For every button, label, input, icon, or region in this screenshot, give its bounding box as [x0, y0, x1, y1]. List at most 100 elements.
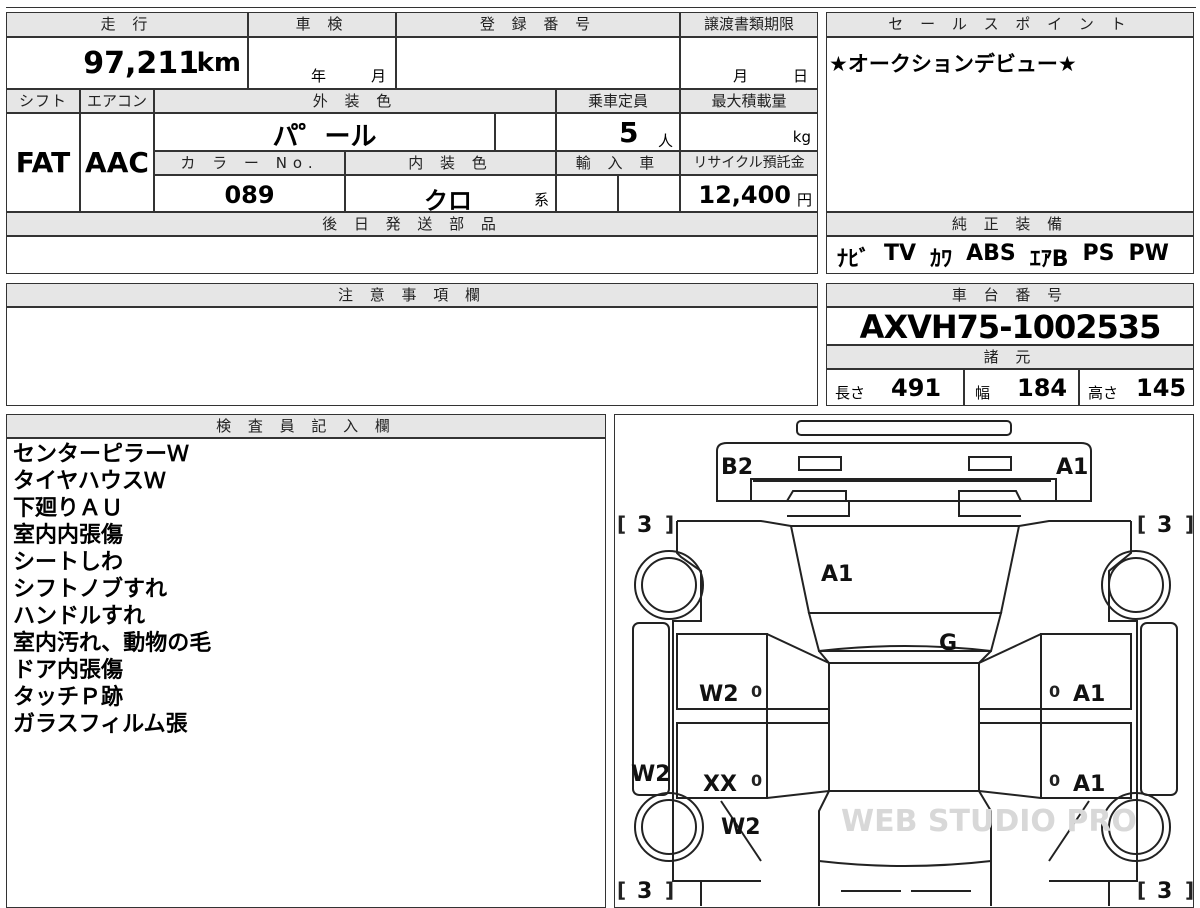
shift-value: FAT [15, 146, 71, 179]
interior-color-value: クロ [424, 187, 472, 215]
chassis-cell: AXVH75-1002535 [826, 307, 1194, 346]
mark-right-front-door: A1 [1073, 772, 1105, 797]
width-label: 幅 [975, 384, 991, 402]
equipment-list: ﾅﾋﾞ TV ｶﾜ ABS ｴｱB PS PW [837, 241, 1169, 273]
exterior-color-cell: パ゜ール [154, 113, 495, 152]
mileage-value: 97,211 [83, 46, 199, 81]
wheel-rear-left [634, 550, 704, 620]
import-cell-a [556, 175, 618, 212]
interior-color-unit: 系 [533, 191, 549, 209]
capacity-header: 乗車定員 [556, 89, 680, 113]
height-value: 145 [1136, 374, 1187, 402]
tread-bracket-open: [ [1137, 878, 1146, 902]
car-diagram: [ ] [ ] [ ] [ ] 3 3 3 3 B2 A1 A1 G W2 XX… [617, 420, 1194, 906]
tread-rear-right: 3 [1157, 513, 1172, 538]
length-cell: 長さ 491 [826, 369, 964, 406]
max-load-header: 最大積載量 [680, 89, 818, 113]
sales-point-text: ★オークションデビュー★ [829, 52, 1077, 76]
inspector-note: 下廻りＡＵ [13, 496, 124, 521]
mark-left-front-door: XX [703, 772, 737, 797]
mark-roof: G [939, 631, 957, 656]
max-load-unit: kg [792, 128, 811, 146]
interior-color-cell: クロ 系 [345, 175, 556, 215]
inspection-month-unit: 月 [371, 67, 387, 85]
chassis-header: 車 台 番 号 [826, 283, 1194, 307]
transfer-deadline-cell: 月 日 [680, 37, 818, 89]
tread-bracket-close: ] [665, 512, 674, 536]
cautions-cell [6, 307, 818, 406]
shift-cell: FAT [6, 113, 80, 212]
rear-bumper-bar [796, 420, 1012, 436]
transfer-deadline-header: 譲渡書類期限 [680, 12, 818, 37]
door-zero-mark: 0 [1049, 771, 1060, 790]
door-zero-mark: 0 [1049, 682, 1060, 701]
tread-bracket-close: ] [665, 878, 674, 902]
tread-bracket-open: [ [617, 878, 626, 902]
exterior-color-value: パ゜ール [272, 122, 377, 152]
equipment-item: PW [1128, 241, 1169, 266]
import-header: 輸 入 車 [556, 151, 680, 175]
equipment-cell: ﾅﾋﾞ TV ｶﾜ ABS ｴｱB PS PW [826, 236, 1194, 274]
inspector-note: ハンドルすれ [13, 604, 146, 629]
wheel-rear-right [1101, 550, 1171, 620]
mileage-unit: km [196, 48, 241, 78]
inspection-year-unit: 年 [311, 67, 327, 85]
exterior-color-header: 外 装 色 [154, 89, 556, 113]
inspector-note: 室内内張傷 [13, 523, 124, 548]
cabin-center [828, 662, 980, 792]
top-strip [6, 0, 1196, 8]
inspector-note: ガラスフィルム張 [13, 712, 188, 737]
tread-front-right: 3 [1157, 879, 1172, 904]
inspector-notes: センターピラーＷ タイヤハウスＷ 下廻りＡＵ 室内内張傷 シートしわ シフトノブ… [13, 441, 211, 738]
mark-rear-left: B2 [721, 455, 753, 480]
tread-bracket-open: [ [1137, 512, 1146, 536]
inspector-note: タッチＰ跡 [13, 685, 124, 710]
capacity-unit: 人 [657, 132, 673, 150]
max-load-cell: kg [680, 113, 818, 151]
mileage-cell: 97,211 km [6, 37, 248, 89]
interior-color-header: 内 装 色 [345, 151, 556, 175]
chassis-number: AXVH75-1002535 [859, 308, 1162, 346]
rear-light-right [968, 456, 1012, 471]
door-zero-mark: 0 [751, 682, 762, 701]
width-value: 184 [1017, 374, 1068, 402]
shift-header: シフト [6, 89, 80, 113]
recycle-value: 12,400 [698, 181, 791, 209]
equipment-item: ABS [966, 241, 1016, 266]
capacity-value: 5 [619, 116, 639, 149]
equipment-item: PS [1082, 241, 1115, 266]
tread-bracket-close: ] [1185, 878, 1194, 902]
rear-glass-left-window [785, 490, 847, 502]
mark-rear-glass: A1 [821, 562, 853, 587]
equipment-item: ﾅﾋﾞ [837, 247, 871, 272]
registration-cell [396, 37, 680, 89]
length-label: 長さ [835, 384, 866, 402]
rear-light-left [798, 456, 842, 471]
equipment-item: TV [884, 241, 917, 266]
width-cell: 幅 184 [964, 369, 1079, 406]
color-no-value: 089 [224, 181, 275, 209]
sales-point-header: セ ー ル ス ポ イ ン ト [826, 12, 1194, 37]
mark-right-rear-door: A1 [1073, 682, 1105, 707]
aircon-value: AAC [85, 146, 149, 179]
recycle-unit: 円 [796, 191, 812, 209]
right-side-strip [1140, 622, 1178, 796]
equipment-item: ｴｱB [1029, 247, 1069, 272]
recycle-cell: 12,400 円 [680, 175, 818, 212]
inspector-note: シフトノブすれ [13, 577, 168, 602]
specs-header: 諸 元 [826, 345, 1194, 369]
inspector-note: センターピラーＷ [13, 442, 190, 467]
cautions-header: 注 意 事 項 欄 [6, 283, 818, 307]
equipment-header: 純 正 装 備 [826, 212, 1194, 236]
tread-bracket-close: ] [1185, 512, 1194, 536]
watermark: WEB STUDIO PRO [841, 804, 1137, 839]
car-diagram-panel: [ ] [ ] [ ] [ ] 3 3 3 3 B2 A1 A1 G W2 XX… [614, 414, 1194, 908]
inspection-cell: 年 月 [248, 37, 396, 89]
mark-rear-right: A1 [1056, 455, 1088, 480]
height-label: 高さ [1088, 384, 1119, 402]
wheel-front-left [634, 792, 704, 862]
later-parts-header: 後 日 発 送 部 品 [6, 212, 818, 236]
sales-point-cell: ★オークションデビュー★ [826, 37, 1194, 212]
recycle-header: リサイクル預託金 [680, 151, 818, 175]
registration-header: 登 録 番 号 [396, 12, 680, 37]
